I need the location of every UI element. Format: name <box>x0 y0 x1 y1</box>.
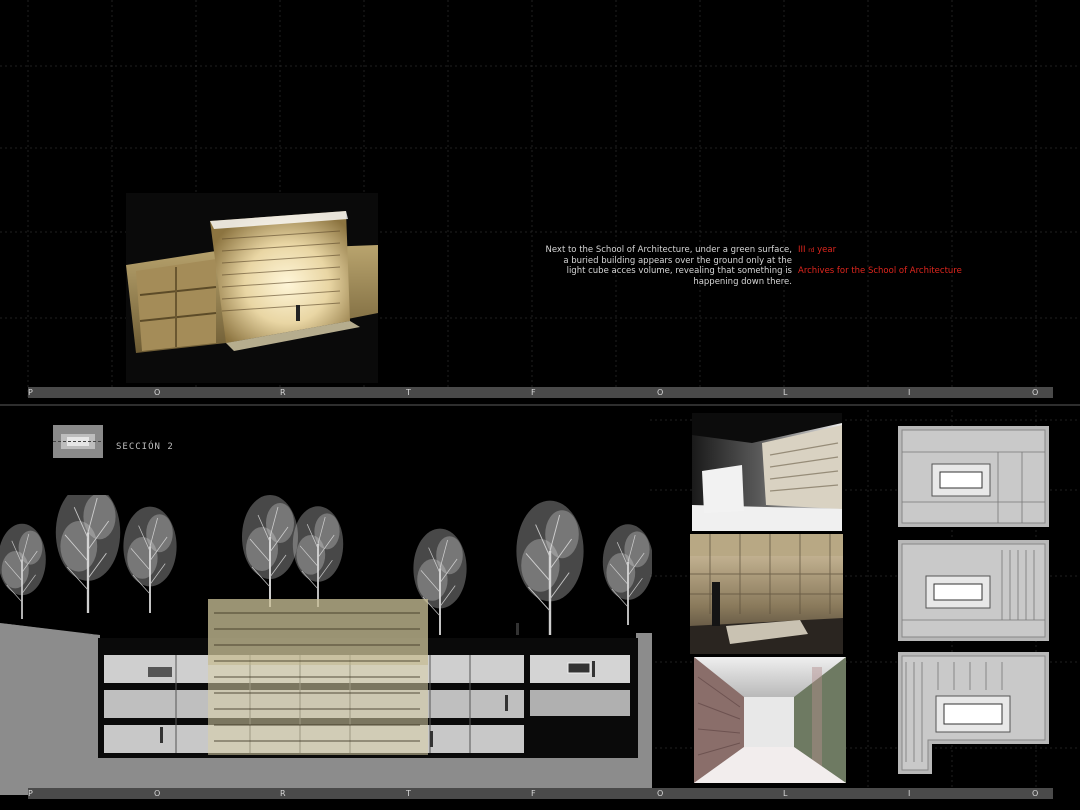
portfolio-letter: T <box>406 789 411 798</box>
year-number: III <box>798 245 806 255</box>
description-line: happening down there. <box>693 276 792 287</box>
portfolio-letter: O <box>657 789 664 798</box>
section-label: SECCIÓN 2 <box>116 442 174 452</box>
floor-plan-3 <box>898 652 1049 774</box>
description-line: Next to the School of Architecture, unde… <box>545 245 792 255</box>
portfolio-letter: I <box>908 789 911 798</box>
portfolio-letter: I <box>908 388 911 397</box>
portfolio-letter: O <box>657 388 664 397</box>
portfolio-letter: P <box>28 789 33 798</box>
render-interior-1 <box>692 413 842 531</box>
portfolio-letter: O <box>154 789 161 798</box>
portfolio-letter: O <box>154 388 161 397</box>
render-interior-2 <box>690 534 843 654</box>
portfolio-letter: O <box>1032 789 1039 798</box>
portfolio-letter: L <box>783 388 788 397</box>
portfolio-letter: T <box>406 388 411 397</box>
section-key-icon <box>53 425 103 458</box>
portfolio-letter: O <box>1032 388 1039 397</box>
description-line: light cube acces volume, revealing that … <box>566 266 792 276</box>
project-title: Archives for the School of Architecture <box>798 266 962 276</box>
year-suffix: rd <box>808 247 815 254</box>
portfolio-letter: F <box>531 789 536 798</box>
portfolio-letter: F <box>531 388 536 397</box>
section-drawing <box>0 495 652 795</box>
portfolio-bar-bottom: P O R T F O L I O <box>28 788 1053 799</box>
page-divider <box>0 404 1080 406</box>
render-interior-3 <box>694 657 846 783</box>
portfolio-letter: R <box>280 789 286 798</box>
portfolio-letter: R <box>280 388 286 397</box>
model-photo <box>126 193 378 383</box>
description-line: a buried building appears over the groun… <box>563 255 792 266</box>
portfolio-letter: L <box>783 789 788 798</box>
floor-plan-1 <box>898 426 1049 527</box>
portfolio-bar-top: P O R T F O L I O <box>28 387 1053 398</box>
portfolio-letter: P <box>28 388 33 397</box>
floor-plan-2 <box>898 540 1049 641</box>
year-word: year <box>817 245 837 255</box>
project-description: Next to the School of Architecture, unde… <box>492 245 792 287</box>
project-year: III rd year <box>798 245 836 257</box>
